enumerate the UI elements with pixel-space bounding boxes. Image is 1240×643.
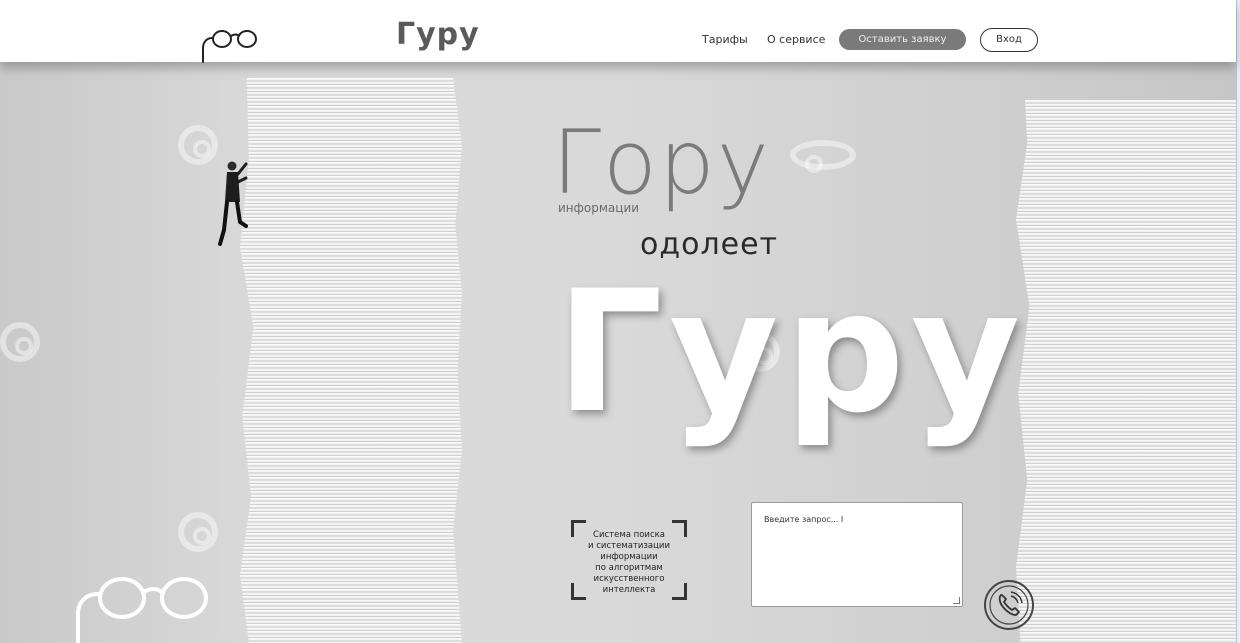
service-description: Система поиска и систематизации информац… xyxy=(571,520,687,600)
watermark-icon xyxy=(178,512,218,552)
request-button[interactable]: Оставить заявку xyxy=(839,29,966,50)
nav-about-link[interactable]: О сервисе xyxy=(767,33,825,47)
phone-icon[interactable] xyxy=(982,578,1036,632)
description-text: Система поиска и систематизации информац… xyxy=(588,530,670,595)
query-input[interactable]: Введите запрос... I xyxy=(751,502,963,607)
watermark-icon xyxy=(0,322,40,362)
site-header: Гуру Тарифы О сервисе Оставить заявку Вх… xyxy=(0,0,1236,63)
page-scrollbar[interactable] xyxy=(1236,0,1240,643)
watermark-icon xyxy=(790,140,856,173)
climbing-man xyxy=(218,161,248,246)
page: Гору информации одолеет Гуру Система пои… xyxy=(0,0,1240,643)
paper-stack-left xyxy=(240,78,462,643)
login-button[interactable]: Вход xyxy=(980,28,1038,52)
resize-grip-icon[interactable] xyxy=(953,597,960,604)
nav-tariffs-link[interactable]: Тарифы xyxy=(702,33,748,47)
query-placeholder: Введите запрос... I xyxy=(764,515,844,524)
glasses-icon[interactable] xyxy=(200,26,258,66)
hero-gory-text: Гору xyxy=(552,111,771,214)
hero-guru-title: Гуру xyxy=(556,254,1027,450)
paper-stack-right xyxy=(1016,100,1240,643)
watermark-icon xyxy=(178,125,218,165)
hero-info-text: информации xyxy=(558,201,640,215)
brand-logo[interactable]: Гуру xyxy=(396,20,480,50)
glasses-logo-icon xyxy=(76,577,208,643)
